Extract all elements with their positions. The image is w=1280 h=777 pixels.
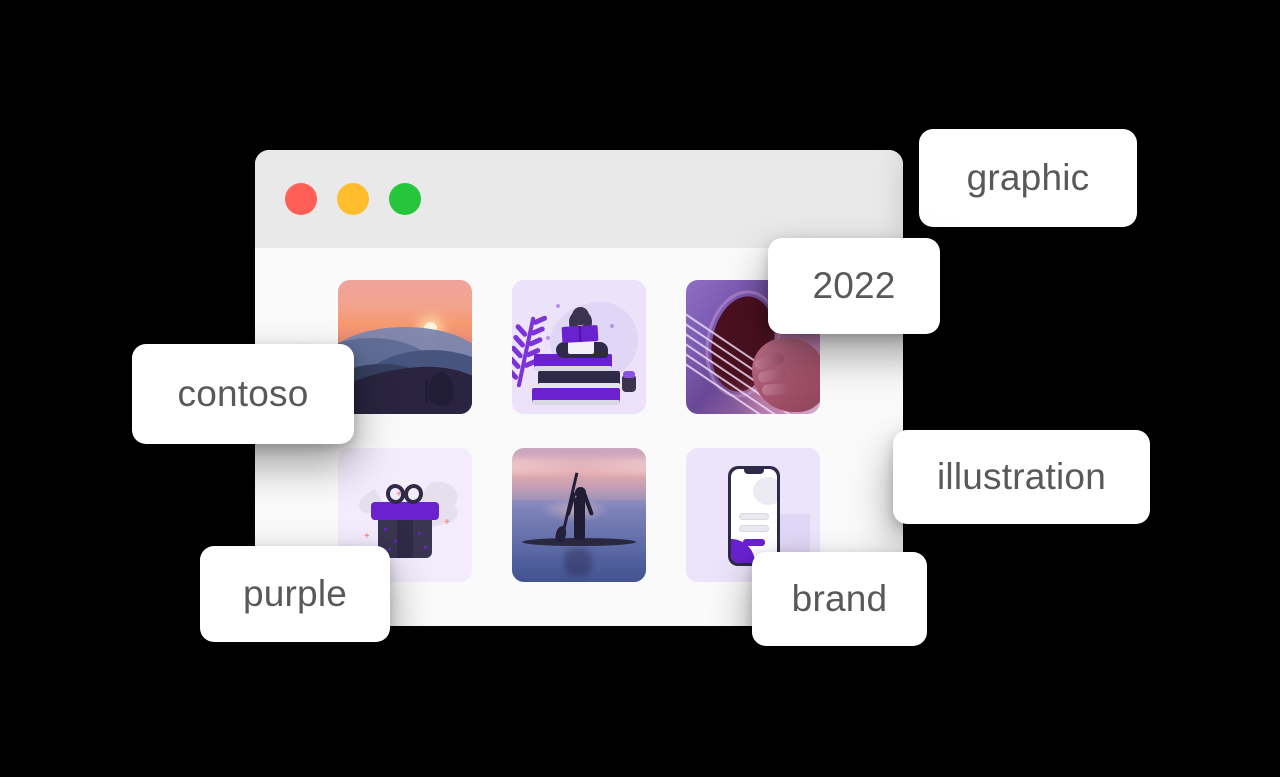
- clouds: [512, 458, 646, 474]
- tag-purple[interactable]: purple: [200, 546, 390, 642]
- phone-device: [728, 466, 780, 566]
- canvas: + + + contoso purple graphic 2022 illust…: [0, 0, 1280, 777]
- maximize-button-icon[interactable]: [389, 183, 421, 215]
- screen-input-bar: [739, 513, 769, 520]
- gallery-item-reading-illustration[interactable]: [512, 280, 646, 414]
- phone-screen: [731, 469, 777, 563]
- confetti-dot: [418, 532, 421, 535]
- tag-label: brand: [791, 578, 888, 619]
- confetti-dot: [424, 546, 427, 549]
- screen-input-bar: [739, 525, 769, 532]
- sparkle-dot: [610, 324, 614, 328]
- tag-label: contoso: [177, 373, 309, 414]
- window-controls: [285, 183, 421, 215]
- gallery-item-mountain-sunset[interactable]: [338, 280, 472, 414]
- sparkle-dot: [546, 336, 550, 340]
- tag-label: illustration: [937, 456, 1106, 497]
- screen-blob: [753, 477, 777, 505]
- tag-label: graphic: [966, 157, 1090, 198]
- tree-silhouette: [428, 372, 454, 406]
- confetti-dot: [384, 528, 387, 531]
- tag-illustration[interactable]: illustration: [893, 430, 1150, 524]
- window-title-bar: [255, 150, 903, 248]
- tag-label: purple: [242, 573, 348, 614]
- tag-graphic[interactable]: graphic: [919, 129, 1137, 227]
- person-head: [572, 307, 589, 325]
- sparkle-plus: +: [444, 517, 450, 528]
- confetti-dot: [394, 540, 397, 543]
- confetti-dot: [388, 548, 391, 551]
- phone-notch: [744, 469, 764, 474]
- tag-brand[interactable]: brand: [752, 552, 927, 646]
- book-pages: [532, 400, 620, 405]
- sparkle-dot: [556, 304, 560, 308]
- gift-box-lid: [371, 502, 439, 520]
- tag-2022[interactable]: 2022: [768, 238, 940, 334]
- open-book-icon: [561, 325, 599, 343]
- minimize-button-icon[interactable]: [337, 183, 369, 215]
- cup-icon: [622, 371, 636, 392]
- close-button-icon[interactable]: [285, 183, 317, 215]
- person-silhouette: [574, 496, 585, 540]
- gallery-item-paddleboard-photo[interactable]: [512, 448, 646, 582]
- tag-label: 2022: [812, 265, 896, 306]
- tag-contoso[interactable]: contoso: [132, 344, 354, 444]
- sparkle-plus: +: [364, 531, 370, 542]
- sparkle-plus: +: [396, 489, 402, 500]
- water-reflection: [564, 548, 592, 576]
